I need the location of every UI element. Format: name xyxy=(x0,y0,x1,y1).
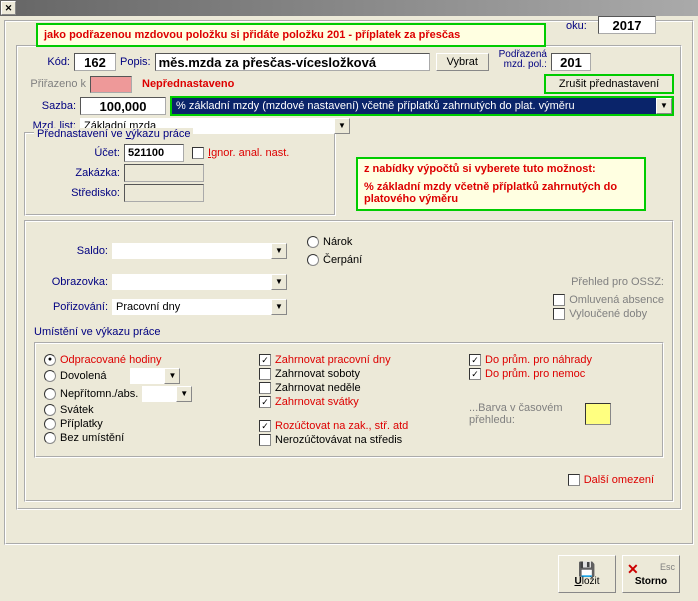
chevron-down-icon[interactable]: ▼ xyxy=(176,386,192,402)
barva-label: ...Barva v časovém přehledu: xyxy=(469,402,579,426)
color-swatch[interactable] xyxy=(585,403,611,425)
odprac-radio[interactable] xyxy=(44,354,56,366)
neprednastaveno-text: Nepřednastaveno xyxy=(132,78,234,90)
zakazka-field[interactable] xyxy=(124,164,204,182)
chevron-down-icon[interactable]: ▼ xyxy=(164,368,180,384)
nerozuct-checkbox[interactable] xyxy=(259,434,271,446)
podrazena-label: Podřazená mzd. pol.: xyxy=(489,50,551,70)
ulozit-text: ložit xyxy=(582,576,600,587)
cancel-icon: ✕ xyxy=(627,562,639,576)
ulozit-button[interactable]: 💾 Uložit xyxy=(558,555,616,593)
chevron-down-icon[interactable]: ▼ xyxy=(334,118,350,134)
porizovani-dropdown[interactable]: Pracovní dny ▼ xyxy=(112,299,287,315)
nepr-radio[interactable] xyxy=(44,388,56,400)
stredisko-field[interactable] xyxy=(124,184,204,202)
zahrprac-checkbox[interactable] xyxy=(259,354,271,366)
ignor-label: Ignor. anal. nast. xyxy=(208,147,293,159)
chevron-down-icon[interactable]: ▼ xyxy=(656,98,672,114)
ignor-checkbox[interactable] xyxy=(192,147,204,159)
saldo-dropdown[interactable]: ▼ xyxy=(112,243,287,259)
prehled-ossz-label: Přehled pro OSSZ: xyxy=(571,276,664,288)
ucet-field[interactable]: 521100 xyxy=(124,144,184,162)
fieldset-umisteni: Odpracované hodiny Dovolená ▼ Nepřítomn.… xyxy=(34,342,664,458)
dovolena-dd[interactable]: ▼ xyxy=(130,368,180,384)
stredisko-label: Středisko: xyxy=(34,187,124,199)
obrazovka-dropdown[interactable]: ▼ xyxy=(112,274,287,290)
obrazovka-label: Obrazovka: xyxy=(34,276,112,288)
sazba-label: Sazba: xyxy=(24,100,80,112)
save-icon: 💾 xyxy=(578,562,595,576)
podrazena-field[interactable]: 201 xyxy=(551,53,591,71)
narok-radio[interactable] xyxy=(307,236,319,248)
sazba-field[interactable]: 100,000 xyxy=(80,97,166,115)
priplatky-radio[interactable] xyxy=(44,418,56,430)
dalsi-checkbox[interactable] xyxy=(568,474,580,486)
nepr-dd[interactable]: ▼ xyxy=(142,386,192,402)
omluvena-checkbox[interactable] xyxy=(553,294,565,306)
porizovani-label: Pořizování: xyxy=(34,301,112,313)
prirazeno-label: Přiřazeno k xyxy=(24,78,90,90)
bez-radio[interactable] xyxy=(44,432,56,444)
ucet-label: Účet: xyxy=(34,147,124,159)
kod-label: Kód: xyxy=(24,56,74,68)
main-group: Kód: 162 Popis: měs.mzda za přesčas-více… xyxy=(16,45,682,510)
vyloucene-checkbox[interactable] xyxy=(553,308,565,320)
chevron-down-icon[interactable]: ▼ xyxy=(271,243,287,259)
saldo-label: Saldo: xyxy=(34,245,112,257)
svatek-radio[interactable] xyxy=(44,404,56,416)
bottom-bar: 💾 Uložit ✕ Esc Storno xyxy=(558,555,680,593)
fieldset-main: Saldo: ▼ Nárok Čerpání Obrazovka: ▼ xyxy=(24,220,674,502)
prirazeno-field xyxy=(90,76,132,93)
zahrsva-checkbox[interactable] xyxy=(259,396,271,408)
umisteni-label: Umístění ve výkazu práce xyxy=(34,326,664,338)
donemoc-checkbox[interactable] xyxy=(469,368,481,380)
titlebar: ✕ xyxy=(0,0,698,16)
year-label: oku: xyxy=(566,20,591,32)
vybrat-button[interactable]: Vybrat xyxy=(436,53,489,71)
rozuct-checkbox[interactable] xyxy=(259,420,271,432)
zrusit-button[interactable]: Zrušit přednastavení xyxy=(544,74,674,94)
kod-field[interactable]: 162 xyxy=(74,53,116,71)
storno-button[interactable]: ✕ Esc Storno xyxy=(622,555,680,593)
sazba-dropdown[interactable]: % základní mzdy (mzdové nastavení) včetn… xyxy=(170,96,674,116)
dovolena-radio[interactable] xyxy=(44,370,56,382)
chevron-down-icon[interactable]: ▼ xyxy=(271,299,287,315)
popis-field[interactable]: měs.mzda za přesčas-vícesložková xyxy=(155,53,430,71)
year-field[interactable]: 2017 xyxy=(598,16,656,34)
outer-panel: oku: 2017 Kód: 162 Popis: měs.mzda za př… xyxy=(4,20,694,545)
zakazka-label: Zakázka: xyxy=(34,167,124,179)
cerpani-radio[interactable] xyxy=(307,254,319,266)
popis-label: Popis: xyxy=(116,56,155,68)
close-icon[interactable]: ✕ xyxy=(1,1,16,15)
tooltip-top: jako podřazenou mzdovou položku si přidá… xyxy=(36,23,546,47)
tooltip-right: z nabídky výpočtů si vyberete tuto možno… xyxy=(356,157,646,211)
chevron-down-icon[interactable]: ▼ xyxy=(271,274,287,290)
zahrned-checkbox[interactable] xyxy=(259,382,271,394)
fieldset-prednastaveni: Přednastavení ve výkazu práce Účet: 5211… xyxy=(24,132,336,216)
donahr-checkbox[interactable] xyxy=(469,354,481,366)
zahrsob-checkbox[interactable] xyxy=(259,368,271,380)
fieldset-title: Přednastavení ve výkazu práce xyxy=(34,128,193,140)
